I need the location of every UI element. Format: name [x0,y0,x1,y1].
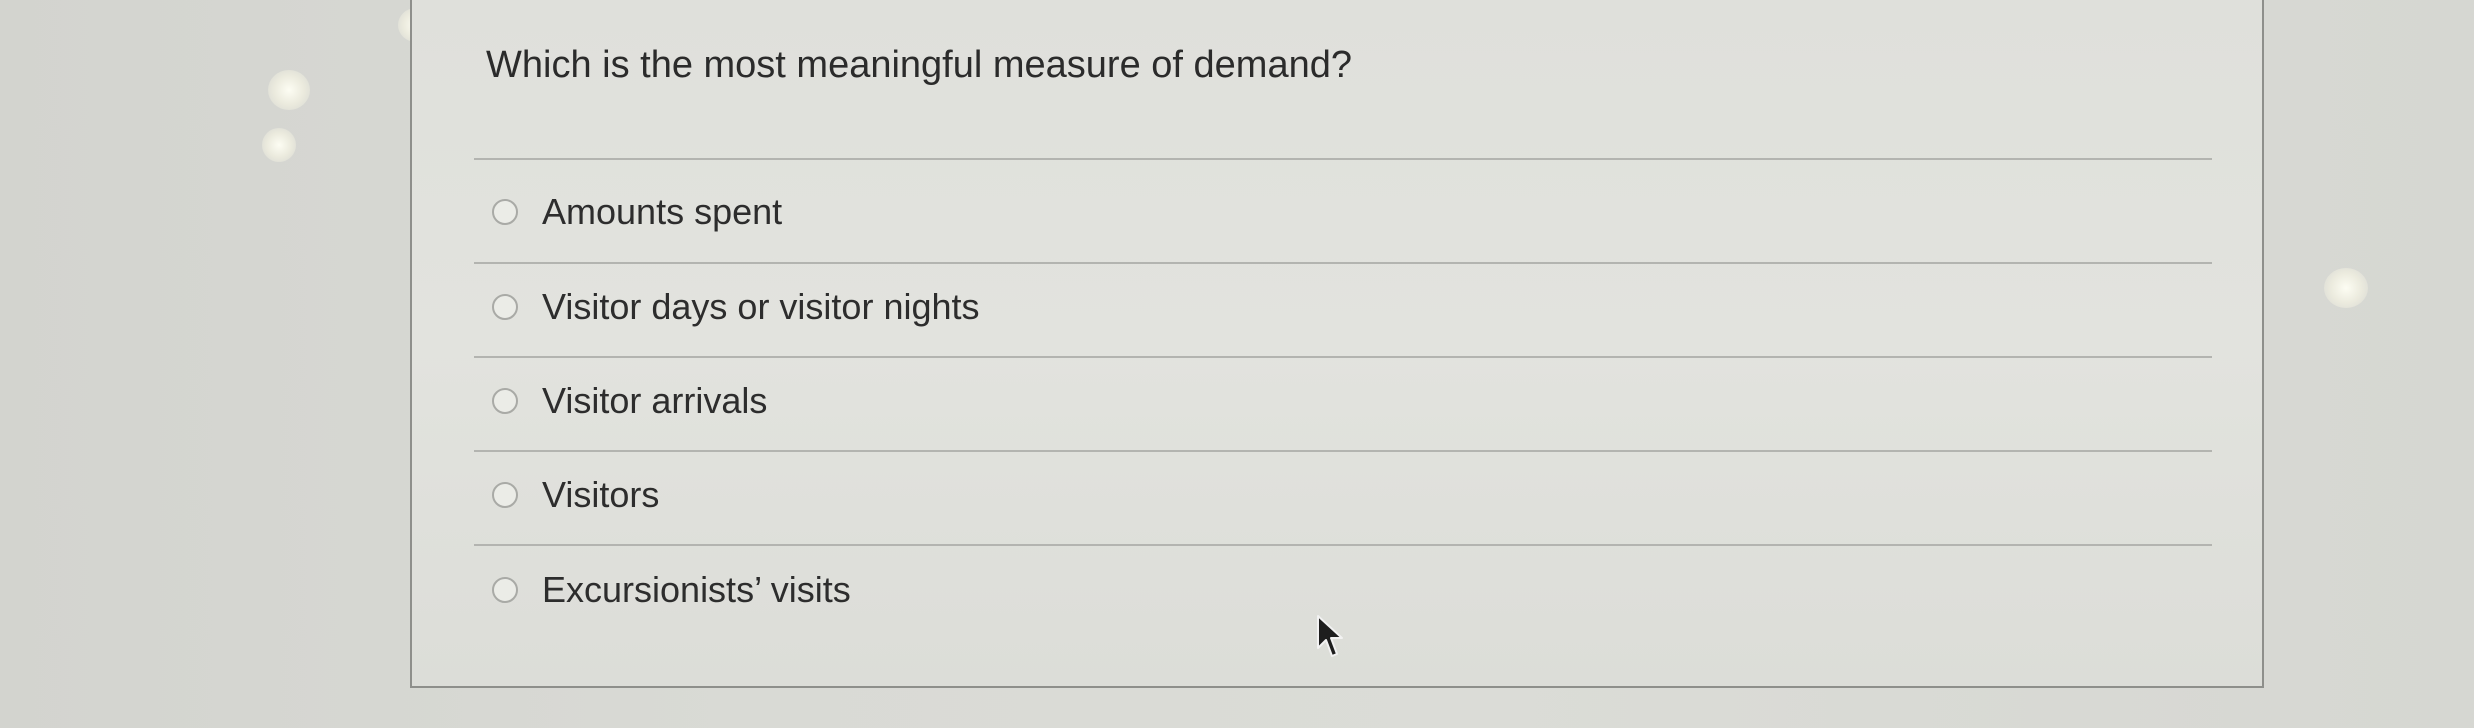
radio-button[interactable] [492,388,518,414]
option-label: Visitor arrivals [542,380,768,421]
option-divider [474,450,2212,452]
radio-button[interactable] [492,199,518,225]
option-label: Visitor days or visitor nights [542,286,980,327]
option-excursionists-visits[interactable]: Excursionists’ visits [492,560,851,620]
option-visitor-days-or-nights[interactable]: Visitor days or visitor nights [492,277,980,337]
radio-button[interactable] [492,577,518,603]
screen-glare-1 [268,70,310,110]
question-card: Which is the most meaningful measure of … [410,0,2264,688]
radio-button[interactable] [492,294,518,320]
option-label: Amounts spent [542,191,783,232]
option-label: Visitors [542,474,660,515]
option-divider [474,262,2212,264]
screen-glare-2 [262,128,296,162]
option-divider [474,356,2212,358]
question-divider [474,158,2212,160]
option-visitor-arrivals[interactable]: Visitor arrivals [492,371,767,431]
option-label: Excursionists’ visits [542,569,851,610]
mouse-pointer-icon [1317,615,1343,657]
option-divider [474,544,2212,546]
option-amounts-spent[interactable]: Amounts spent [492,182,782,242]
question-text: Which is the most meaningful measure of … [486,44,1352,86]
screen-glare-7 [2324,268,2368,308]
option-visitors[interactable]: Visitors [492,465,659,525]
radio-button[interactable] [492,482,518,508]
